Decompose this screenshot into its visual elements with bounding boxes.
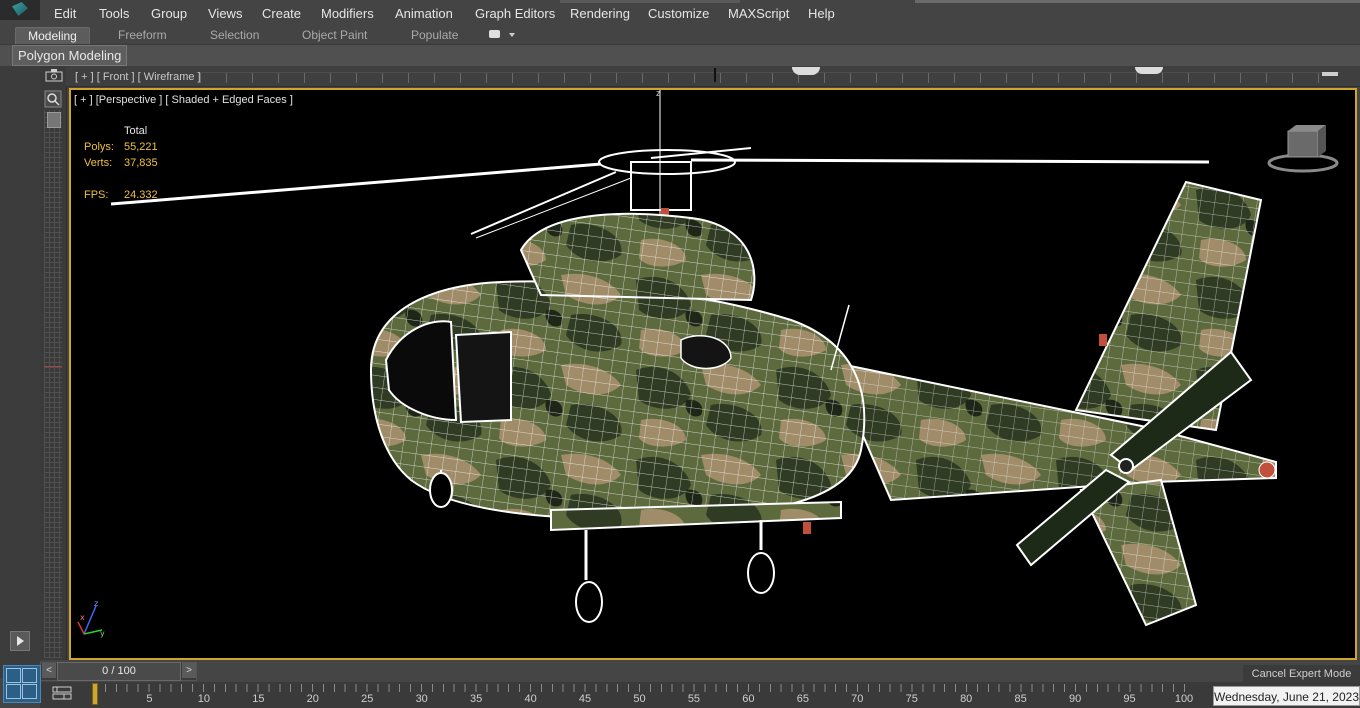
polys-label: Polys: [84, 141, 114, 153]
tab-freeform[interactable]: Freeform [118, 27, 167, 44]
track-tick-label: 20 [306, 693, 319, 705]
track-tick-label: 30 [415, 693, 428, 705]
tab-modeling[interactable]: Modeling [15, 27, 90, 45]
fps-value: 24.332 [124, 189, 158, 201]
camera-icon[interactable] [44, 68, 64, 82]
front-viewport-label[interactable]: [ + ] [ Front ] [ Wireframe ] [75, 71, 201, 83]
menu-graph-editors[interactable]: Graph Editors [475, 6, 555, 21]
menu-create[interactable]: Create [262, 6, 301, 21]
verts-label: Verts: [84, 157, 113, 169]
axis-z-label: z [94, 600, 98, 608]
menu-modifiers[interactable]: Modifiers [321, 6, 374, 21]
track-tick-label: 100 [1174, 693, 1194, 705]
tab-populate[interactable]: Populate [411, 27, 458, 44]
menu-tools[interactable]: Tools [99, 6, 129, 21]
menu-maxscript[interactable]: MAXScript [728, 6, 789, 21]
track-tick-label: 50 [633, 693, 646, 705]
polys-value: 55,221 [124, 141, 158, 153]
left-toolbar [0, 66, 40, 678]
track-tick-label: 75 [905, 693, 918, 705]
ribbon-tab-bar [0, 26, 1360, 44]
perspective-viewport[interactable] [69, 88, 1357, 660]
menu-help[interactable]: Help [808, 6, 835, 21]
track-tick-label: 25 [361, 693, 374, 705]
front-wire-shape [1135, 67, 1163, 74]
key-filter-icon[interactable] [52, 685, 72, 701]
viewport-axis-z-label: z [656, 88, 661, 98]
menu-animation[interactable]: Animation [395, 6, 453, 21]
track-tick-label: 65 [796, 693, 809, 705]
track-ruler[interactable] [94, 684, 1194, 692]
viewport-layout-icon[interactable] [3, 665, 41, 703]
track-tick-label: 60 [742, 693, 755, 705]
ribbon-panel [0, 44, 1360, 67]
track-tick-label: 15 [252, 693, 265, 705]
tab-object-paint[interactable]: Object Paint [302, 27, 367, 44]
cancel-expert-mode-button[interactable]: Cancel Expert Mode [1243, 665, 1360, 683]
time-slider-prev-button[interactable]: < [42, 663, 56, 678]
title-strip [560, 0, 740, 3]
axis-tripod-icon: z x y [77, 600, 105, 638]
menu-customize[interactable]: Customize [648, 6, 709, 21]
track-tick-label: 95 [1123, 693, 1136, 705]
date-tooltip: Wednesday, June 21, 2023 [1213, 686, 1360, 706]
front-ruler-mark [714, 68, 716, 82]
nav-scroll-track[interactable] [44, 110, 62, 658]
verts-value: 37,835 [124, 157, 158, 169]
viewport-label[interactable]: [ + ] [Perspective ] [ Shaded + Edged Fa… [74, 94, 293, 106]
front-ruler [200, 72, 1340, 83]
time-slider-next-button[interactable]: > [182, 663, 196, 678]
ribbon-toggle-icon[interactable] [489, 30, 500, 38]
fps-label: FPS: [84, 189, 109, 201]
title-strip [915, 0, 1360, 3]
tab-selection[interactable]: Selection [210, 27, 259, 44]
axis-y-label: y [100, 629, 105, 638]
axis-x-label: x [80, 613, 85, 622]
track-tick-label: 90 [1068, 693, 1082, 705]
zoom-icon[interactable] [44, 90, 62, 108]
timeline-bar [40, 660, 1360, 682]
app-logo-icon[interactable] [0, 0, 40, 20]
menu-edit[interactable]: Edit [54, 6, 76, 21]
track-tick-label: 10 [197, 693, 211, 705]
track-tick-label: 45 [578, 693, 592, 705]
menu-group[interactable]: Group [151, 6, 187, 21]
polygon-modeling-button[interactable]: Polygon Modeling [12, 45, 128, 66]
chevron-down-icon[interactable] [509, 33, 515, 37]
front-wire-shape [1322, 72, 1338, 76]
helicopter-model[interactable] [71, 90, 1357, 660]
nav-scroll-handle[interactable] [47, 112, 61, 128]
front-wire-shape [792, 67, 820, 75]
track-tick-label: 40 [524, 693, 537, 705]
nav-marker [44, 366, 62, 377]
current-frame-marker[interactable] [92, 683, 98, 705]
time-slider-thumb[interactable]: 0 / 100 [57, 662, 181, 681]
track-tick-label: 85 [1014, 693, 1027, 705]
viewcube-icon[interactable] [1266, 125, 1340, 175]
track-tick-label: 80 [960, 693, 973, 705]
track-tick-label: 5 [146, 693, 153, 705]
menu-rendering[interactable]: Rendering [570, 6, 630, 21]
stats-header: Total [124, 125, 148, 137]
track-tick-label: 55 [687, 693, 701, 705]
track-tick-label: 70 [851, 693, 864, 705]
play-button[interactable] [10, 631, 30, 651]
menu-views[interactable]: Views [208, 6, 242, 21]
track-tick-label: 35 [470, 693, 483, 705]
